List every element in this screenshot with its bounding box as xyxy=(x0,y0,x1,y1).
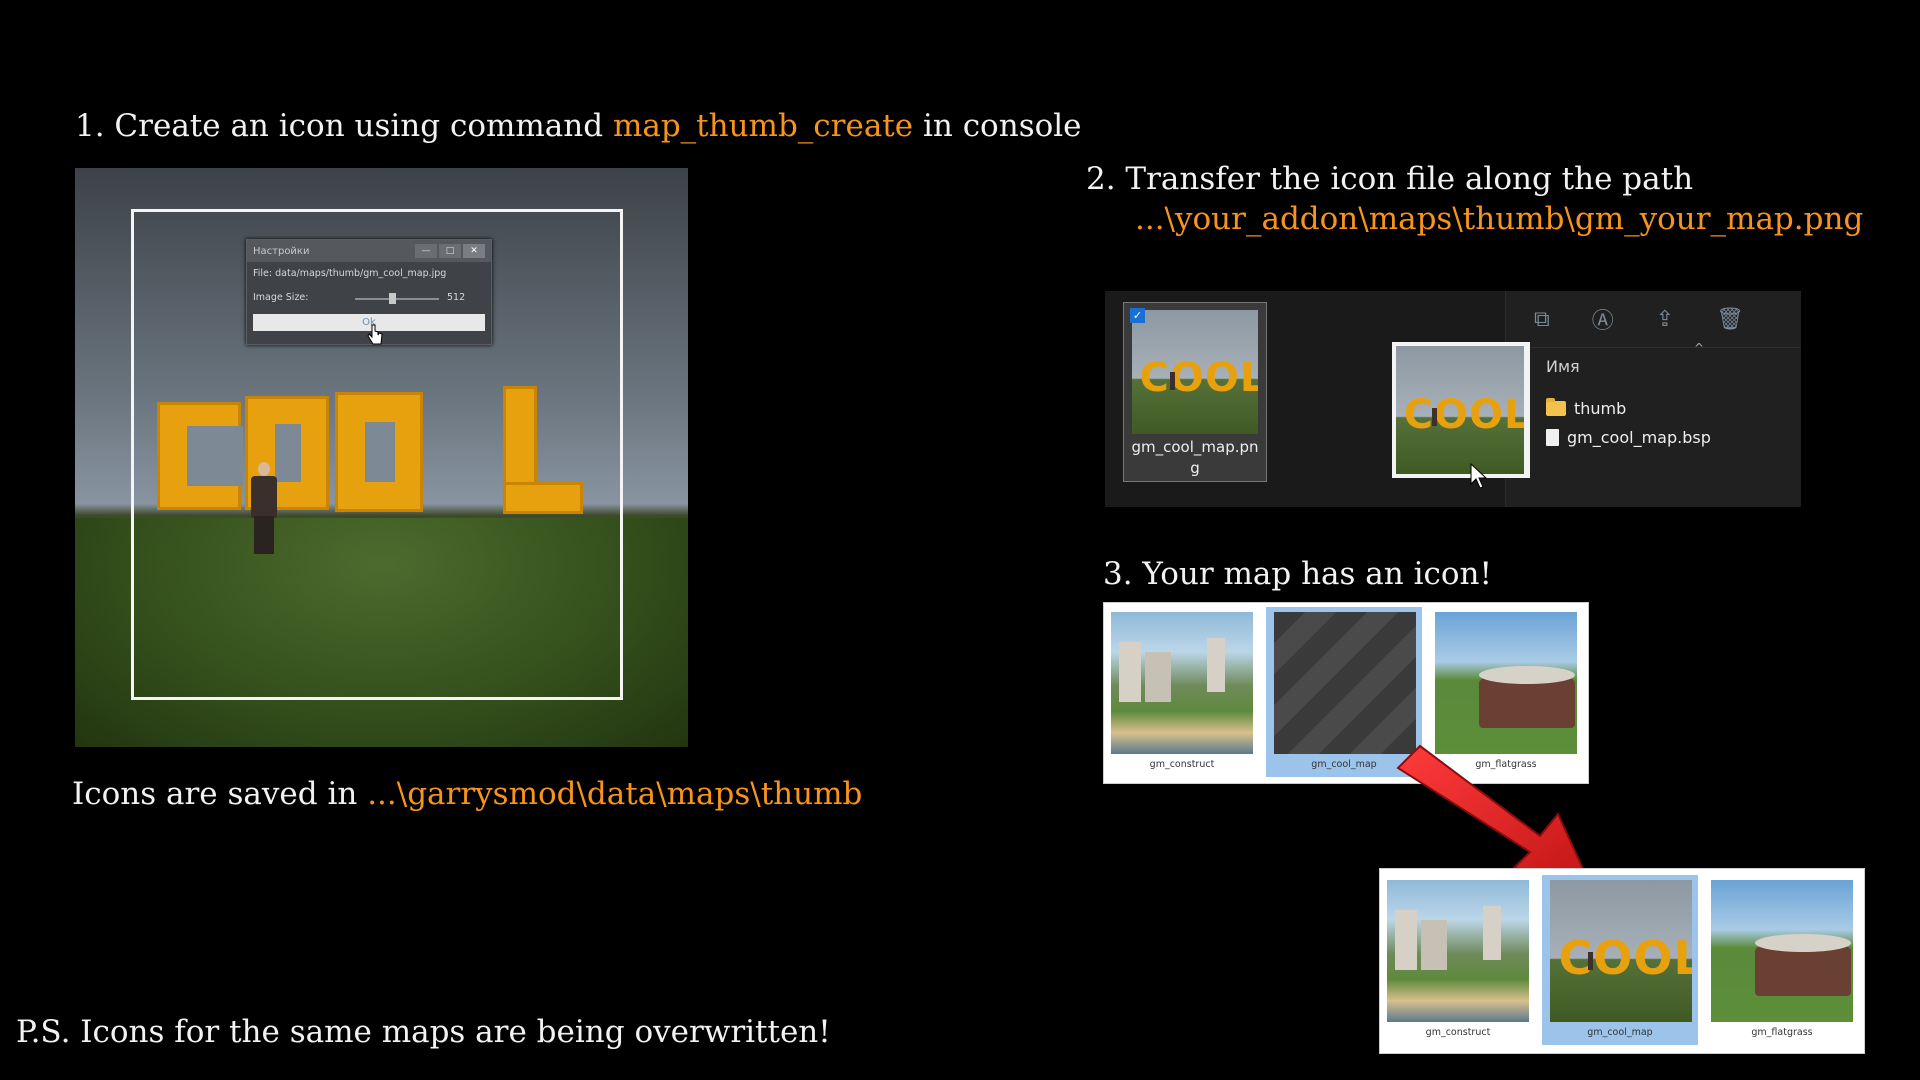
map-name: gm_construct xyxy=(1425,1027,1491,1038)
hand-cursor-icon xyxy=(367,324,383,345)
dragged-thumbnail-person xyxy=(1432,408,1437,426)
arrow-cursor-icon xyxy=(1470,462,1487,489)
explorer-target-pane: ⧉ Ⓐ ⇪ 🗑 ^ Имя thumb gm_cool_map.bsp xyxy=(1505,291,1801,507)
copy-icon[interactable]: ⧉ xyxy=(1534,307,1550,332)
image-size-value: 512 xyxy=(447,292,466,303)
share-icon[interactable]: ⇪ xyxy=(1656,307,1674,332)
map-thumb-flatgrass xyxy=(1435,612,1577,754)
file-tile[interactable]: COOL ✓ gm_cool_map.png xyxy=(1123,302,1267,482)
game-screenshot: Настройки — □ ✕ File: data/maps/thumb/gm… xyxy=(75,168,688,747)
folder-name: thumb xyxy=(1574,399,1627,418)
thumbnail-person xyxy=(1170,372,1175,390)
map-name: gm_flatgrass xyxy=(1751,1027,1813,1038)
explorer-toolbar: ⧉ Ⓐ ⇪ 🗑 xyxy=(1506,291,1801,348)
close-button[interactable]: ✕ xyxy=(463,244,485,258)
step2-path: ...\your_addon\maps\thumb\gm_your_map.pn… xyxy=(1135,201,1864,237)
delete-icon[interactable]: 🗑 xyxy=(1716,307,1744,332)
step1-command: map_thumb_create xyxy=(612,108,914,144)
map-thumb-cool: COOL xyxy=(1550,880,1692,1022)
thumbnail-word: COOL xyxy=(1139,354,1258,401)
slider-knob[interactable] xyxy=(389,293,396,304)
list-item-folder[interactable]: thumb xyxy=(1546,394,1711,423)
image-size-row: Image Size: 512 xyxy=(247,286,491,310)
minimize-button[interactable]: — xyxy=(415,244,437,258)
saved-path-line: Icons are saved in ...\garrysmod\data\ma… xyxy=(72,776,862,812)
image-size-slider[interactable] xyxy=(355,293,439,304)
rename-icon[interactable]: Ⓐ xyxy=(1592,303,1614,335)
list-item-file[interactable]: gm_cool_map.bsp xyxy=(1546,423,1711,452)
map-thumb-missing xyxy=(1274,612,1416,754)
map-card-gm-construct[interactable]: gm_construct xyxy=(1382,875,1534,1045)
step1-text: 1. Create an icon using command xyxy=(75,108,613,144)
dialog-titlebar: Настройки — □ ✕ xyxy=(247,240,491,262)
map-card-gm-cool-map[interactable]: COOL gm_cool_map xyxy=(1542,875,1698,1045)
step1-suffix: in console xyxy=(913,108,1082,144)
dialog-title: Настройки xyxy=(253,245,310,257)
file-name: gm_cool_map.png xyxy=(1131,438,1259,477)
step2-heading: 2. Transfer the icon file along the path xyxy=(1086,161,1694,197)
maximize-button[interactable]: □ xyxy=(439,244,461,258)
name-column-header[interactable]: Имя xyxy=(1546,357,1711,376)
step1-heading: 1. Create an icon using command map_thum… xyxy=(75,108,1082,144)
dragged-file-preview[interactable]: COOL xyxy=(1392,342,1530,478)
map-name: gm_construct xyxy=(1149,759,1215,770)
map-card-gm-construct[interactable]: gm_construct xyxy=(1106,607,1258,777)
map-name: gm_cool_map xyxy=(1587,1027,1653,1038)
sort-chevron-icon[interactable]: ^ xyxy=(1694,341,1704,355)
dragged-thumbnail-word: COOL xyxy=(1403,392,1524,439)
file-icon xyxy=(1546,429,1559,446)
map-thumb-word: COOL xyxy=(1558,931,1692,986)
image-size-label: Image Size: xyxy=(253,292,309,303)
saved-prefix: Icons are saved in xyxy=(72,776,368,812)
map-thumb-flatgrass xyxy=(1711,880,1853,1022)
explorer-file-list: Имя thumb gm_cool_map.bsp xyxy=(1546,357,1711,452)
map-card-gm-flatgrass[interactable]: gm_flatgrass xyxy=(1706,875,1858,1045)
map-thumb-construct xyxy=(1111,612,1253,754)
selected-checkbox[interactable]: ✓ xyxy=(1130,308,1145,323)
bsp-file-name: gm_cool_map.bsp xyxy=(1567,428,1711,447)
map-thumb-person xyxy=(1588,952,1593,970)
folder-icon xyxy=(1546,398,1566,416)
step3-heading: 3. Your map has an icon! xyxy=(1103,556,1492,592)
file-thumbnail: COOL xyxy=(1132,310,1258,434)
ps-note: P.S. Icons for the same maps are being o… xyxy=(16,1014,831,1050)
dragged-thumbnail: COOL xyxy=(1396,346,1524,474)
saved-path: ...\garrysmod\data\maps\thumb xyxy=(367,776,863,812)
map-thumb-construct xyxy=(1387,880,1529,1022)
map-list-after: gm_construct COOL gm_cool_map gm_flatgra… xyxy=(1379,868,1865,1054)
file-path-label: File: data/maps/thumb/gm_cool_map.jpg xyxy=(253,268,447,279)
